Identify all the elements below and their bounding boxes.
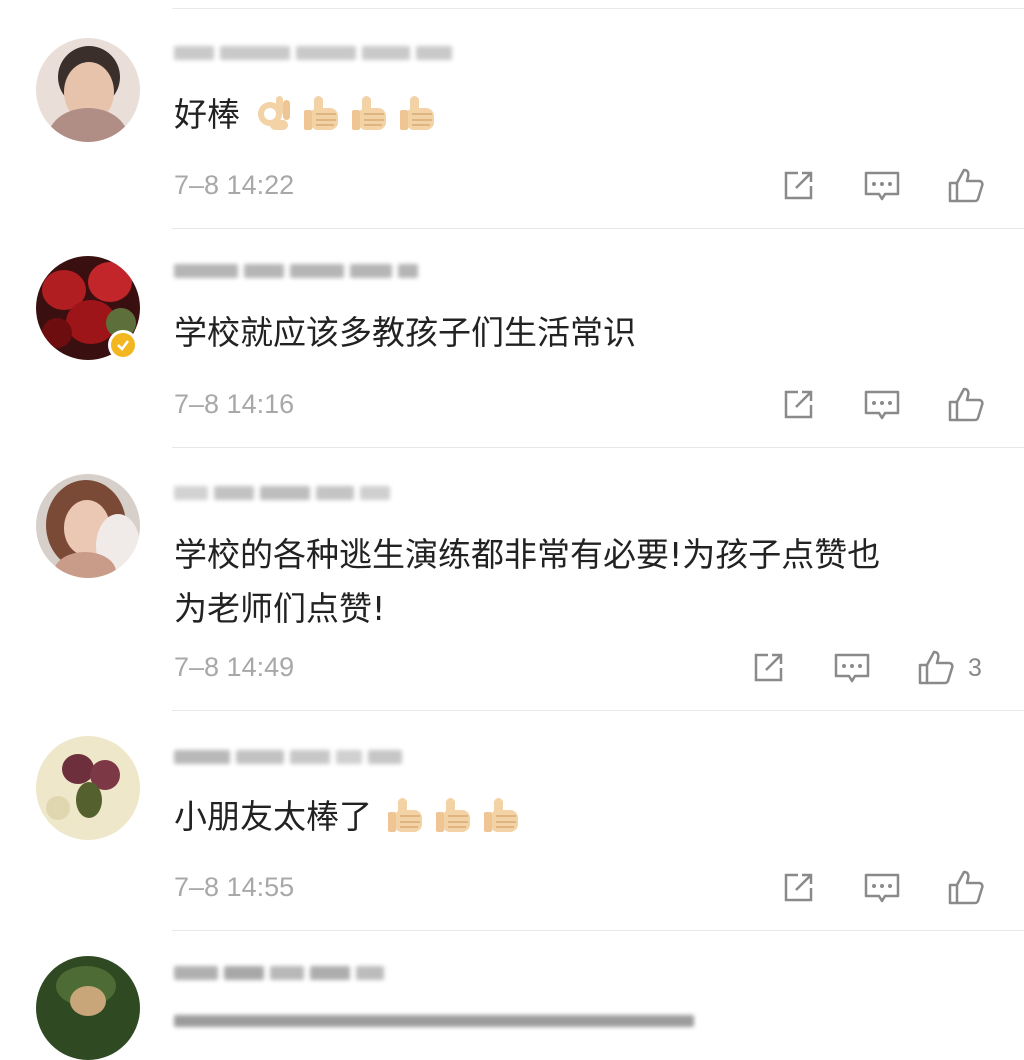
comment-actions: 3: [748, 648, 982, 688]
username-blurred[interactable]: [174, 478, 390, 508]
like-button[interactable]: [946, 385, 986, 425]
comment-time: 7–8 14:49: [174, 652, 295, 682]
like-count: 3: [968, 653, 982, 682]
repost-button[interactable]: [778, 868, 818, 908]
comment-icon: [834, 653, 870, 683]
comment-actions: [778, 166, 998, 206]
share-icon: [784, 390, 813, 419]
comment-text: 小朋友太棒了: [174, 792, 984, 842]
username-blurred[interactable]: [174, 38, 452, 68]
comment-text: 学校就应该多教孩子们生活常识: [174, 313, 636, 352]
verified-badge: [108, 330, 138, 360]
thumbs-up-emoji-icon: [436, 798, 470, 832]
thumbs-up-emoji-icon: [484, 798, 518, 832]
avatar[interactable]: [36, 474, 140, 578]
reply-button[interactable]: [832, 648, 872, 688]
comment-icon: [864, 390, 900, 420]
username-blurred[interactable]: [174, 742, 402, 772]
thumbs-up-emoji-icon: [304, 96, 338, 130]
avatar[interactable]: [36, 736, 140, 840]
comment-divider: [172, 710, 1024, 711]
share-icon: [754, 653, 783, 682]
comment-divider: [172, 228, 1024, 229]
comment-actions: [778, 385, 998, 425]
comment-time: 7–8 14:55: [174, 872, 295, 902]
comment-divider: [172, 930, 1024, 931]
repost-button[interactable]: [778, 385, 818, 425]
comment-text: 好棒: [174, 90, 984, 140]
thumbs-up-icon: [948, 168, 984, 203]
like-button[interactable]: [946, 868, 986, 908]
like-button[interactable]: [916, 648, 956, 688]
comment-time: 7–8 14:16: [174, 389, 295, 419]
ok-hand-emoji-icon: [258, 96, 290, 130]
thumbs-up-icon: [918, 650, 954, 685]
reply-button[interactable]: [862, 166, 902, 206]
thumbs-up-emoji-icon: [400, 96, 434, 130]
like-button[interactable]: [946, 166, 986, 206]
comment-icon: [864, 873, 900, 903]
thumbs-up-emoji-icon: [352, 96, 386, 130]
avatar[interactable]: [36, 956, 140, 1060]
comment-text: 学校的各种逃生演练都非常有必要!为孩子点赞也 为老师们点赞!: [174, 535, 881, 628]
comment-divider: [172, 447, 1024, 448]
share-icon: [784, 873, 813, 902]
avatar[interactable]: [36, 38, 140, 142]
comment-actions: [778, 868, 998, 908]
thumbs-up-icon: [948, 870, 984, 905]
comment-text-cutoff: [174, 1006, 694, 1036]
share-icon: [784, 171, 813, 200]
username-blurred[interactable]: [174, 958, 384, 988]
comment-time: 7–8 14:22: [174, 170, 295, 200]
repost-button[interactable]: [778, 166, 818, 206]
verified-check-icon: [117, 340, 129, 351]
username-blurred[interactable]: [174, 256, 418, 286]
thumbs-up-icon: [948, 387, 984, 422]
comment-icon: [864, 171, 900, 201]
reply-button[interactable]: [862, 868, 902, 908]
repost-button[interactable]: [748, 648, 788, 688]
reply-button[interactable]: [862, 385, 902, 425]
thumbs-up-emoji-icon: [388, 798, 422, 832]
top-divider: [172, 8, 1024, 9]
